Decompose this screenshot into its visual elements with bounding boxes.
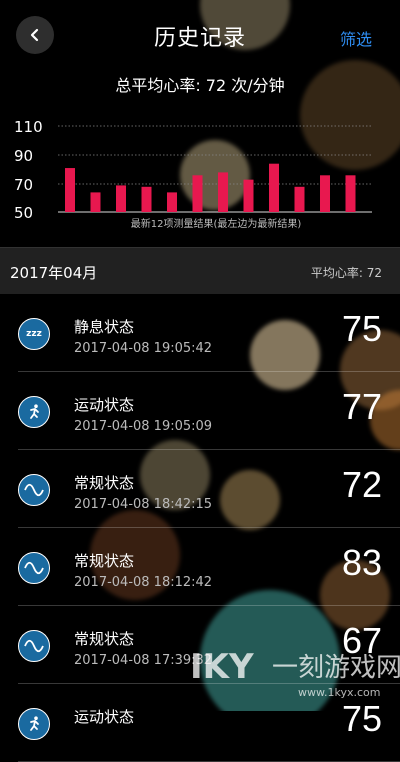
chart-caption: 最新12项测量结果(最左边为最新结果)	[130, 219, 302, 230]
list-item[interactable]: 常规状态 2017-04-08 18:12:42 83	[18, 528, 400, 606]
site-watermark: IKY 一刻游戏网 www.1kyx.com	[190, 647, 400, 699]
y-tick-label: 90	[14, 147, 33, 165]
chart-y-ticks: 110 90 70 50	[14, 118, 43, 222]
list-item[interactable]: 常规状态 2017-04-08 18:42:15 72	[18, 450, 400, 528]
record-time: 2017-04-08 18:12:42	[74, 575, 213, 590]
chart-bar	[269, 163, 279, 212]
chart-bar	[90, 192, 101, 212]
list-item[interactable]: zzz 静息状态 2017-04-08 19:05:42 75	[18, 294, 400, 372]
chart-bar	[243, 179, 254, 212]
svg-text:www.1kyx.com: www.1kyx.com	[298, 686, 380, 699]
chart-bar	[294, 186, 305, 212]
month-label: 2017年04月	[10, 264, 98, 282]
record-time: 2017-04-08 19:05:09	[74, 419, 213, 434]
chart-bar	[141, 186, 152, 212]
record-bpm: 72	[341, 464, 382, 505]
record-time: 2017-04-08 19:05:42	[74, 341, 213, 356]
record-time: 2017-04-08 18:42:15	[74, 497, 213, 512]
svg-text:IKY: IKY	[190, 647, 254, 687]
chart-bar	[116, 185, 126, 212]
record-state: 运动状态	[74, 396, 135, 414]
svg-text:一刻游戏网: 一刻游戏网	[272, 653, 400, 683]
y-tick-label: 50	[14, 204, 33, 222]
filter-button[interactable]: 筛选	[340, 26, 372, 50]
chart-bar	[320, 175, 330, 212]
record-bpm: 77	[341, 386, 382, 427]
record-state: 运动状态	[74, 708, 135, 726]
chart-bar	[345, 175, 356, 212]
y-tick-label: 70	[14, 176, 33, 194]
y-tick-label: 110	[14, 118, 43, 136]
chart-bar	[167, 192, 177, 212]
month-average: 平均心率: 72	[310, 266, 382, 280]
list-item[interactable]: 运动状态 2017-04-08 19:05:09 77	[18, 372, 400, 450]
record-state: 常规状态	[74, 552, 135, 570]
wave-icon	[18, 474, 50, 506]
chart-bars	[65, 163, 356, 212]
month-header: 2017年04月 平均心率: 72	[0, 247, 400, 294]
record-bpm: 75	[341, 308, 382, 349]
record-state: 常规状态	[74, 630, 135, 648]
record-bpm: 83	[341, 542, 382, 583]
zzz-icon: zzz	[18, 318, 50, 350]
chart-bar	[218, 172, 228, 212]
running-icon	[18, 396, 50, 428]
chart-bar	[65, 168, 75, 212]
record-state: 静息状态	[74, 318, 135, 336]
chart-bar	[192, 175, 203, 212]
heart-rate-bar-chart: 110 90 70 50	[14, 118, 372, 222]
running-icon	[18, 708, 50, 740]
record-state: 常规状态	[74, 474, 135, 492]
wave-icon	[18, 552, 50, 584]
overall-average-heart-rate: 总平均心率: 72 次/分钟	[115, 76, 285, 95]
wave-icon	[18, 630, 50, 662]
